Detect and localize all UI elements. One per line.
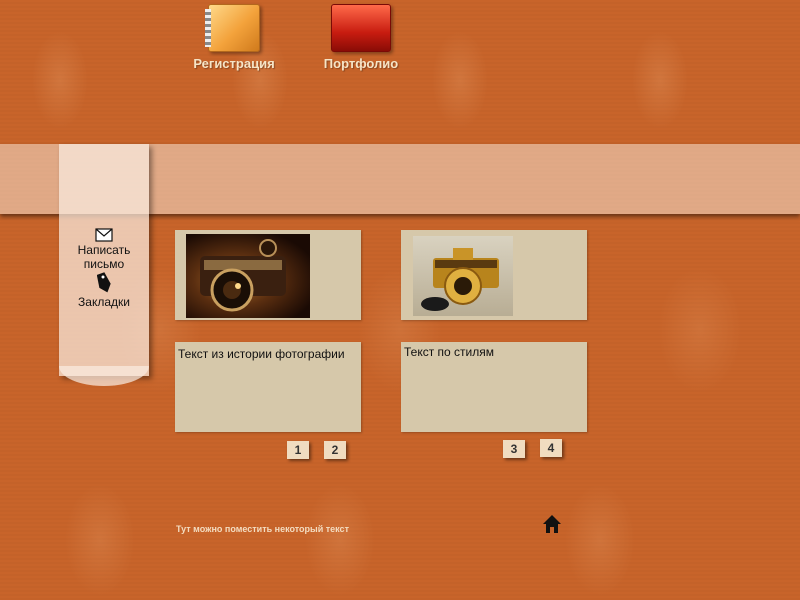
home-icon[interactable] (542, 514, 562, 539)
nav-label-registration: Регистрация (193, 56, 275, 71)
envelope-icon (95, 228, 113, 242)
vintage-camera-photo (186, 234, 310, 318)
footer-text: Тут можно поместить некоторый текст (176, 524, 349, 534)
page-button-1[interactable]: 1 (287, 441, 309, 459)
page-button-4[interactable]: 4 (540, 439, 562, 457)
page-button-2[interactable]: 2 (324, 441, 346, 459)
sidebar-item-write-letter[interactable]: Написать письмо (59, 228, 149, 271)
photo-card[interactable] (175, 230, 361, 320)
card-text-styles: Текст по стилям (401, 342, 587, 432)
sidebar-item-label: Написать письмо (77, 243, 131, 271)
page-button-3[interactable]: 3 (503, 440, 525, 458)
notebook-icon (205, 4, 260, 52)
nav-item-portfolio[interactable]: Портфолио (318, 4, 404, 71)
photo-card[interactable] (401, 230, 587, 320)
tag-icon (97, 272, 111, 293)
sidebar-item-bookmarks[interactable]: Закладки (59, 272, 149, 309)
sidebar-item-label: Закладки (78, 295, 130, 309)
nav-label-portfolio: Портфолио (323, 56, 399, 71)
nav-item-registration[interactable]: Регистрация (188, 4, 280, 71)
folder-icon (331, 4, 391, 52)
gold-camera-photo (413, 236, 513, 316)
card-text-history: Текст из истории фотографии (175, 342, 361, 432)
